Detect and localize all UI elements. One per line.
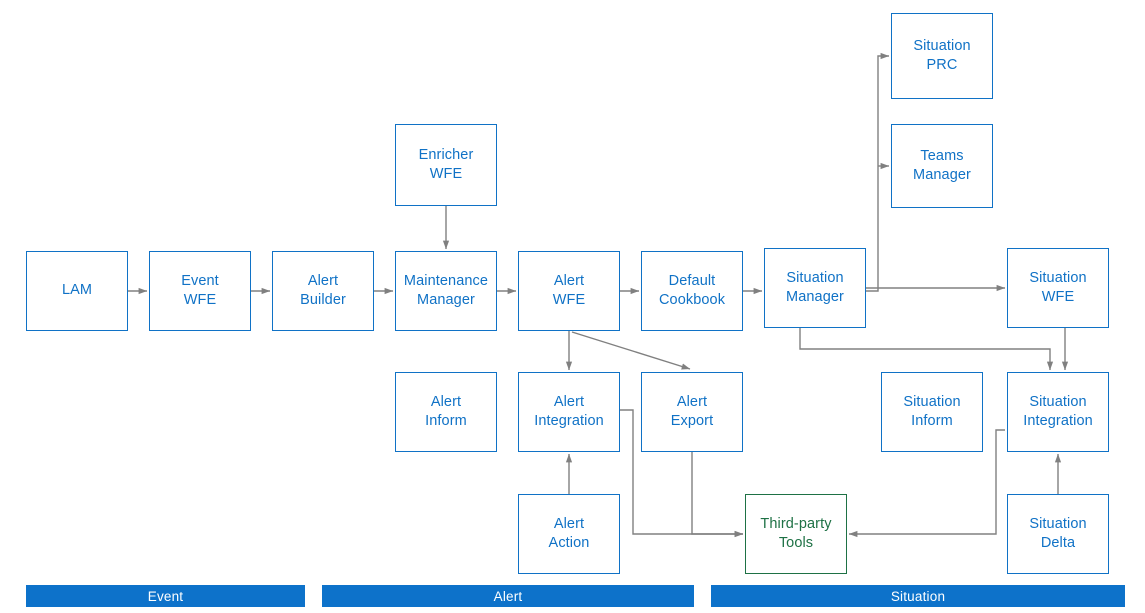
node-label-situation-delta: Situation Delta [1029,515,1087,551]
connector-situation-manager-to-situation-prc [866,52,890,292]
node-alert-wfe[interactable]: Alert WFE [518,251,620,331]
phase-bar-phase-alert[interactable]: Alert [322,585,694,607]
node-alert-action[interactable]: Alert Action [518,494,620,574]
node-maintenance-manager[interactable]: Maintenance Manager [395,251,497,331]
connector-alert-export-to-third-party [691,452,744,538]
node-label-lam: LAM [61,282,93,299]
node-situation-prc[interactable]: Situation PRC [891,13,993,99]
phase-bar-phase-event[interactable]: Event [26,585,305,607]
node-situation-integration[interactable]: Situation Integration [1007,372,1109,452]
node-situation-wfe[interactable]: Situation WFE [1007,248,1109,328]
phase-bar-phase-situation[interactable]: Situation [711,585,1125,607]
node-label-teams-manager: Teams Manager [913,147,971,183]
node-label-alert-inform: Alert Inform [425,393,467,429]
node-label-alert-action: Alert Action [548,515,590,551]
node-label-alert-wfe: Alert WFE [552,272,586,308]
node-alert-builder[interactable]: Alert Builder [272,251,374,331]
node-situation-delta[interactable]: Situation Delta [1007,494,1109,574]
node-event-wfe[interactable]: Event WFE [149,251,251,331]
node-label-situation-integration: Situation Integration [1023,393,1093,429]
connector-alert-wfe-to-alert-export [571,331,691,370]
node-label-alert-export: Alert Export [670,393,714,429]
node-label-default-cookbook: Default Cookbook [658,272,726,308]
node-label-situation-prc: Situation PRC [913,37,971,73]
node-teams-manager[interactable]: Teams Manager [891,124,993,208]
node-label-alert-integration: Alert Integration [534,393,604,429]
node-enricher-wfe[interactable]: Enricher WFE [395,124,497,206]
node-third-party-tools[interactable]: Third-party Tools [745,494,847,574]
connector-situation-manager-to-situation-integration [799,328,1054,371]
node-label-alert-builder: Alert Builder [300,272,346,308]
node-label-situation-wfe: Situation WFE [1029,269,1087,305]
node-label-maintenance-manager: Maintenance Manager [403,272,489,308]
node-alert-integration[interactable]: Alert Integration [518,372,620,452]
node-lam[interactable]: LAM [26,251,128,331]
node-label-situation-inform: Situation Inform [903,393,961,429]
node-label-situation-manager: Situation Manager [786,269,844,305]
node-label-event-wfe: Event WFE [181,272,219,308]
phase-bar-label-phase-alert: Alert [493,588,523,604]
pipeline-diagram: LAM Event WFE Alert Builder Enricher WFE Mai… [0,0,1145,613]
node-alert-export[interactable]: Alert Export [641,372,743,452]
node-default-cookbook[interactable]: Default Cookbook [641,251,743,331]
node-label-enricher-wfe: Enricher WFE [418,146,474,182]
phase-bar-label-phase-event: Event [147,588,184,604]
node-situation-manager[interactable]: Situation Manager [764,248,866,328]
phase-bar-label-phase-situation: Situation [890,588,946,604]
node-alert-inform[interactable]: Alert Inform [395,372,497,452]
node-situation-inform[interactable]: Situation Inform [881,372,983,452]
node-label-third-party-tools: Third-party Tools [760,515,832,551]
